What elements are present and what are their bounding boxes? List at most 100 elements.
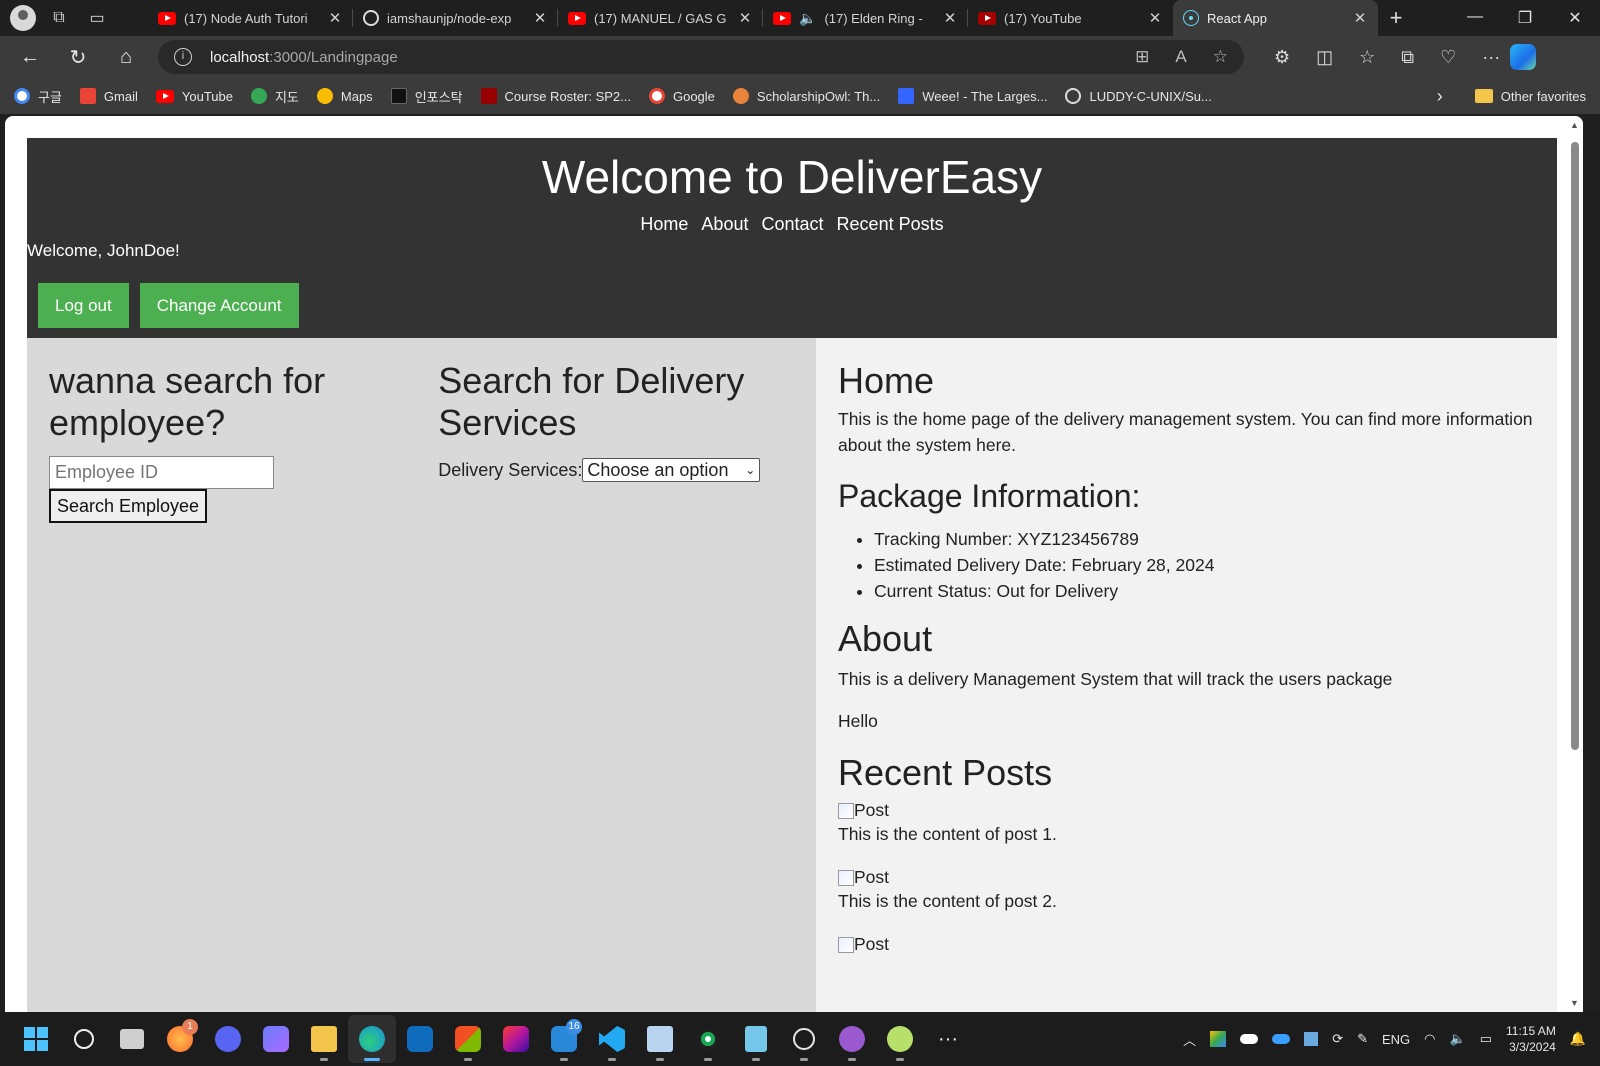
- tab-node-auth[interactable]: (17) Node Auth Tutori ✕: [148, 0, 353, 36]
- sync-icon[interactable]: ⟳: [1332, 1031, 1343, 1047]
- close-tab-icon[interactable]: ✕: [1352, 9, 1368, 27]
- close-window-icon[interactable]: ✕: [1550, 8, 1600, 28]
- office-icon[interactable]: [492, 1015, 540, 1063]
- monitor-app-icon[interactable]: [636, 1015, 684, 1063]
- edge-icon[interactable]: [348, 1015, 396, 1063]
- start-button[interactable]: [12, 1015, 60, 1063]
- back-icon[interactable]: ←: [6, 46, 54, 69]
- clock[interactable]: 11:15 AM 3/3/2024: [1506, 1023, 1556, 1055]
- sync-app-icon[interactable]: [780, 1015, 828, 1063]
- page-scrollbar[interactable]: ▲ ▼: [1567, 116, 1583, 1012]
- battery-icon[interactable]: ▭: [1480, 1031, 1492, 1047]
- nav-recent-posts[interactable]: Recent Posts: [837, 214, 944, 234]
- bookmark-label: Google: [672, 88, 715, 104]
- tab-actions-icon[interactable]: ▭: [82, 3, 112, 33]
- browser-essentials-icon[interactable]: ♡: [1440, 47, 1456, 68]
- read-aloud-icon[interactable]: A: [1175, 47, 1186, 67]
- tab-elden-ring[interactable]: 🔈 (17) Elden Ring - ✕: [763, 0, 968, 36]
- tab-youtube[interactable]: (17) YouTube ✕: [968, 0, 1173, 36]
- workspaces-icon[interactable]: ⧉: [44, 3, 74, 33]
- owl-icon: [732, 88, 749, 104]
- collections-icon[interactable]: ⧉: [1401, 47, 1414, 68]
- extensions-icon[interactable]: ⚙: [1274, 47, 1290, 68]
- infostock-icon: [390, 88, 407, 104]
- discord-icon[interactable]: [204, 1015, 252, 1063]
- notification-bell-icon[interactable]: 🔔: [1570, 1031, 1586, 1047]
- onedrive-personal-icon[interactable]: [1240, 1034, 1259, 1044]
- scrollbar-thumb[interactable]: [1571, 142, 1579, 750]
- close-tab-icon[interactable]: ✕: [327, 9, 343, 27]
- tab-github[interactable]: iamshaunjp/node-exp ✕: [353, 0, 558, 36]
- bookmark-item[interactable]: 지도: [250, 87, 299, 106]
- bookmark-item[interactable]: Weee! - The Larges...: [898, 88, 1047, 104]
- tab-react-app[interactable]: React App ✕: [1173, 0, 1378, 36]
- search-employee-button[interactable]: Search Employee: [49, 489, 207, 523]
- onedrive-icon[interactable]: [1272, 1034, 1291, 1044]
- close-tab-icon[interactable]: ✕: [532, 9, 548, 27]
- bookmark-item[interactable]: 인포스탁: [390, 87, 463, 106]
- address-bar[interactable]: i localhost:3000/Landingpage ⊞ A ☆: [158, 40, 1244, 74]
- bookmark-item[interactable]: Gmail: [79, 88, 138, 104]
- outlook-icon[interactable]: [396, 1015, 444, 1063]
- google-drive-icon[interactable]: [1210, 1031, 1227, 1047]
- notepad-icon[interactable]: [732, 1015, 780, 1063]
- split-screen-icon[interactable]: ◫: [1316, 47, 1333, 68]
- vscode-icon[interactable]: [588, 1015, 636, 1063]
- restore-icon[interactable]: ❐: [1500, 8, 1550, 28]
- favorite-star-icon[interactable]: ☆: [1213, 47, 1228, 67]
- chevron-up-icon[interactable]: ︿: [1183, 1030, 1196, 1049]
- favorites-icon[interactable]: ☆: [1359, 47, 1375, 68]
- bookmark-item[interactable]: ScholarshipOwl: Th...: [732, 88, 880, 104]
- pen-icon[interactable]: ✎: [1357, 1031, 1368, 1047]
- search-icon[interactable]: [60, 1015, 108, 1063]
- task-view-icon[interactable]: [108, 1015, 156, 1063]
- app-available-icon[interactable]: ⊞: [1135, 47, 1149, 67]
- more-apps-icon[interactable]: ···: [924, 1015, 972, 1063]
- bookmark-item[interactable]: Course Roster: SP2...: [480, 88, 631, 104]
- profile-icon[interactable]: [10, 5, 36, 31]
- nav-contact[interactable]: Contact: [761, 214, 823, 234]
- chevron-right-icon[interactable]: ›: [1437, 86, 1443, 107]
- speaker-icon[interactable]: 🔈: [799, 10, 816, 27]
- bookmark-item[interactable]: Google: [648, 88, 715, 104]
- nav-home[interactable]: Home: [640, 214, 688, 234]
- github-desktop-icon[interactable]: [828, 1015, 876, 1063]
- bookmark-item[interactable]: 구글: [14, 87, 62, 106]
- bookmark-item[interactable]: YouTube: [155, 89, 233, 104]
- refresh-icon[interactable]: ↻: [54, 45, 102, 70]
- delivery-services-select[interactable]: Choose an option ⌄: [582, 458, 761, 482]
- bookmark-item[interactable]: Maps: [316, 88, 373, 104]
- more-options-icon[interactable]: ···: [1482, 47, 1500, 68]
- scroll-up-icon[interactable]: ▲: [1570, 120, 1579, 130]
- close-tab-icon[interactable]: ✕: [737, 9, 753, 27]
- employee-id-input[interactable]: [49, 456, 274, 489]
- logout-button[interactable]: Log out: [38, 283, 129, 328]
- tab-manuel[interactable]: (17) MANUEL / GAS G ✕: [558, 0, 763, 36]
- close-tab-icon[interactable]: ✕: [942, 9, 958, 27]
- device-icon[interactable]: [1304, 1032, 1319, 1046]
- close-tab-icon[interactable]: ✕: [1147, 9, 1163, 27]
- wifi-icon[interactable]: ◠: [1424, 1031, 1435, 1047]
- home-icon[interactable]: ⌂: [102, 46, 150, 69]
- change-account-button[interactable]: Change Account: [139, 283, 299, 328]
- scroll-down-icon[interactable]: ▼: [1570, 998, 1579, 1008]
- mongodb-icon[interactable]: [684, 1015, 732, 1063]
- file-explorer-icon[interactable]: [300, 1015, 348, 1063]
- minimize-icon[interactable]: —: [1450, 8, 1500, 28]
- bookmark-label: 지도: [274, 89, 299, 105]
- language-indicator[interactable]: ENG: [1382, 1032, 1410, 1047]
- nav-about[interactable]: About: [701, 214, 748, 234]
- package-list: Tracking Number: XYZ123456789 Estimated …: [874, 526, 1535, 604]
- cloud-app-icon[interactable]: [876, 1015, 924, 1063]
- store-icon[interactable]: [444, 1015, 492, 1063]
- copilot-icon[interactable]: [1510, 44, 1537, 70]
- other-favorites[interactable]: Other favorites: [1474, 89, 1586, 104]
- google-icon: [648, 88, 665, 104]
- hexagon-app-icon[interactable]: [252, 1015, 300, 1063]
- volume-icon[interactable]: 🔈: [1450, 1031, 1466, 1047]
- bookmark-item[interactable]: LUDDY-C-UNIX/Su...: [1065, 88, 1212, 104]
- firefox-icon[interactable]: 1: [156, 1015, 204, 1063]
- new-tab-button[interactable]: +: [1378, 5, 1414, 31]
- chat-app-icon[interactable]: 16: [540, 1015, 588, 1063]
- site-info-icon[interactable]: i: [174, 48, 192, 66]
